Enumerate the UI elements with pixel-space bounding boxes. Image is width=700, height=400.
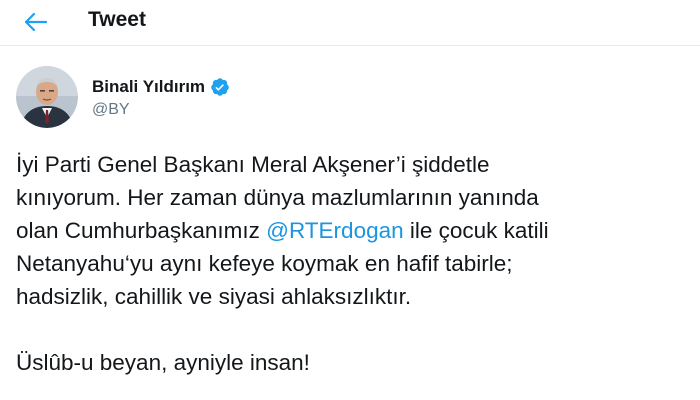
author-names: Binali Yıldırım @BY xyxy=(92,75,230,119)
tweet-line: hadsizlik, cahillik ve siyasi ahlaksızlı… xyxy=(16,284,412,309)
tweet-line: Üslûb-u beyan, ayniyle insan! xyxy=(16,350,310,375)
tweet-text-segment: olan Cumhurbaşkanımız xyxy=(16,218,267,243)
tweet-author: Binali Yıldırım @BY xyxy=(16,66,230,128)
verified-badge-icon xyxy=(211,78,229,96)
mention-link[interactable]: @RTErdogan xyxy=(266,218,404,243)
tweet-text: İyi Parti Genel Başkanı Meral Akşener’i … xyxy=(16,148,686,379)
name-row: Binali Yıldırım xyxy=(92,75,230,99)
tweet-page: Tweet Binali Yıldırım @BY İyi Parti Gene… xyxy=(0,0,700,400)
profile-photo xyxy=(16,66,78,128)
back-button[interactable] xyxy=(20,6,52,38)
top-bar: Tweet xyxy=(0,0,700,46)
tweet-line: kınıyorum. Her zaman dünya mazlumlarının… xyxy=(16,185,539,210)
tweet-line: olan Cumhurbaşkanımız @RTErdogan ile çoc… xyxy=(16,214,686,247)
author-handle[interactable]: @BY xyxy=(92,101,230,119)
tweet-line: Netanyahu‘yu aynı kefeye koymak en hafif… xyxy=(16,251,513,276)
tweet-text-segment: ile çocuk katili xyxy=(403,218,549,243)
author-display-name[interactable]: Binali Yıldırım xyxy=(92,77,205,97)
arrow-left-icon xyxy=(25,13,47,31)
tweet-line: İyi Parti Genel Başkanı Meral Akşener’i … xyxy=(16,152,490,177)
avatar[interactable] xyxy=(16,66,78,128)
page-title: Tweet xyxy=(88,8,146,31)
